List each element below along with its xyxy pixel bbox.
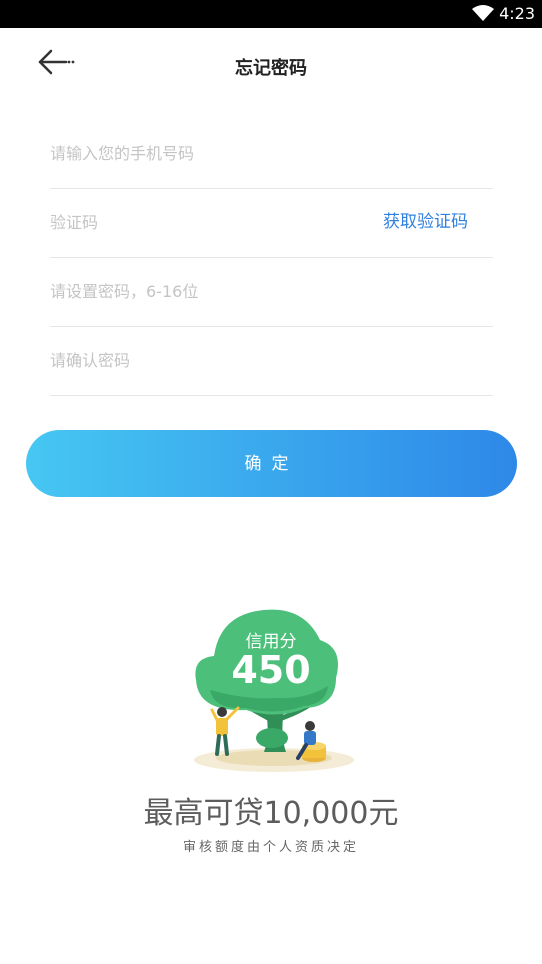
verification-code-input[interactable] — [50, 188, 330, 257]
status-bar: 4:23 — [0, 0, 542, 28]
confirm-button[interactable]: 确定 — [26, 430, 517, 497]
max-loan-headline: 最高可贷10,000元 — [143, 796, 399, 831]
phone-input[interactable] — [50, 119, 350, 188]
status-time: 4:23 — [499, 4, 535, 23]
nav-bar: 忘记密码 — [0, 28, 542, 98]
get-code-button[interactable]: 获取验证码 — [383, 188, 468, 257]
confirm-password-input[interactable] — [50, 326, 350, 395]
confirm-password-row — [50, 326, 493, 396]
loan-subline: 审核额度由个人资质决定 — [182, 840, 359, 855]
code-row: 获取验证码 — [50, 188, 493, 258]
page-title: 忘记密码 — [235, 58, 307, 79]
wifi-icon — [472, 5, 494, 26]
password-row — [50, 257, 493, 327]
credit-score-value: 450 — [231, 648, 311, 692]
phone-row — [50, 119, 493, 189]
password-input[interactable] — [50, 257, 350, 326]
